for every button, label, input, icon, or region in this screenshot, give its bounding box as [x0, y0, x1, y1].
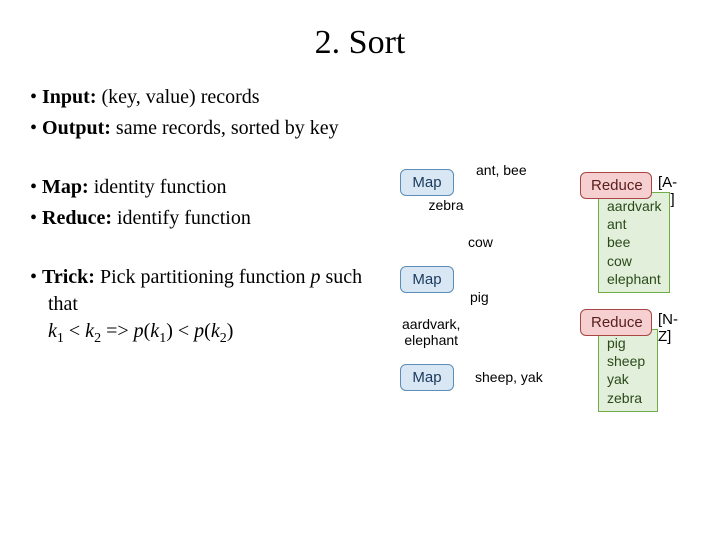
reduce-node-1: Reduce	[580, 172, 652, 199]
trick-k2: k	[85, 320, 94, 342]
output-box-am: aardvark ant bee cow elephant	[598, 192, 670, 293]
trick-op2: (	[204, 320, 211, 342]
map-text: identity function	[89, 176, 227, 198]
text-column: Input: (key, value) records Output: same…	[30, 84, 380, 353]
diagram: Map Map Map ant, bee zebra cow pig aardv…	[380, 84, 690, 353]
bullet-output: Output: same records, sorted by key	[30, 115, 380, 142]
trick-s2: 2	[94, 331, 101, 346]
bullet-map: Map: identity function	[30, 174, 380, 201]
out2-l2: sheep	[607, 352, 649, 370]
trick-pk2: p	[194, 320, 204, 342]
trick-s4: 2	[220, 331, 227, 346]
trick-text-a: Pick partitioning function	[95, 266, 311, 288]
trick-k3: k	[150, 320, 159, 342]
bullet-trick: Trick: Pick partitioning function p such…	[30, 264, 380, 349]
trick-p: p	[311, 266, 321, 288]
slide-content: Input: (key, value) records Output: same…	[30, 84, 690, 353]
output-box-nz: pig sheep yak zebra	[598, 329, 658, 412]
out1-l3: bee	[607, 233, 661, 251]
edge-cow: cow	[468, 234, 493, 250]
reduce-label: Reduce:	[42, 207, 112, 229]
out2-l4: zebra	[607, 389, 649, 407]
trick-cp1: )	[166, 320, 173, 342]
reduce-node-2: Reduce	[580, 309, 652, 336]
out1-l2: ant	[607, 215, 661, 233]
out1-l4: cow	[607, 252, 661, 270]
reduce-text: identify function	[112, 207, 251, 229]
slide-title: 2. Sort	[30, 24, 690, 62]
input-text: (key, value) records	[97, 86, 260, 108]
edge-zebra: zebra	[426, 197, 466, 213]
out2-l3: yak	[607, 370, 649, 388]
edge-pig: pig	[470, 289, 489, 305]
trick-pk1: p	[134, 320, 144, 342]
output-label: Output:	[42, 117, 111, 139]
out1-l5: elephant	[607, 270, 661, 288]
trick-k4: k	[211, 320, 220, 342]
map-node-3: Map	[400, 364, 454, 391]
trick-lt2: <	[173, 320, 194, 342]
trick-label: Trick:	[42, 266, 95, 288]
edge-sheep-yak: sheep, yak	[475, 369, 543, 385]
map-label: Map:	[42, 176, 89, 198]
map-node-1: Map	[400, 169, 454, 196]
trick-cp2: )	[227, 320, 234, 342]
trick-imp: =>	[101, 320, 134, 342]
output-text: same records, sorted by key	[111, 117, 339, 139]
trick-lt1: <	[64, 320, 85, 342]
trick-k1: k	[48, 320, 57, 342]
out1-l1: aardvark	[607, 197, 661, 215]
map-node-2: Map	[400, 266, 454, 293]
edge-ant-bee: ant, bee	[476, 162, 527, 178]
bullet-input: Input: (key, value) records	[30, 84, 380, 111]
trick-s1: 1	[57, 331, 64, 346]
range-nz: [N-Z]	[658, 311, 690, 345]
out2-l1: pig	[607, 334, 649, 352]
input-label: Input:	[42, 86, 96, 108]
edge-aardvark-elephant: aardvark, elephant	[402, 316, 460, 348]
bullet-reduce: Reduce: identify function	[30, 205, 380, 232]
